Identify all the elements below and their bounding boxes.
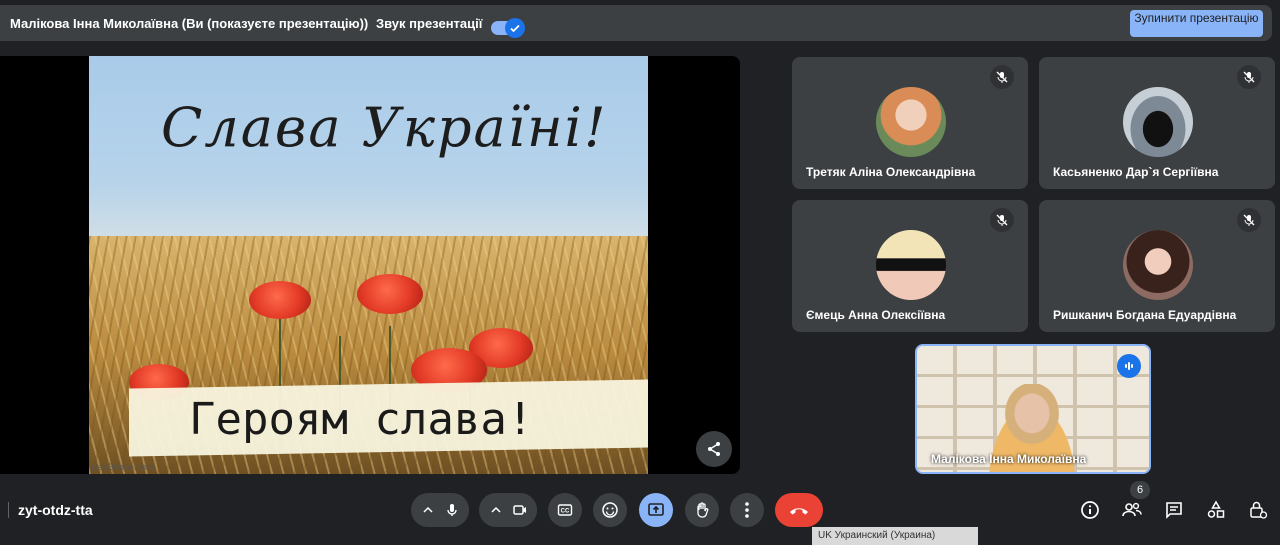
presentation-sound-label: Звук презентації	[376, 16, 483, 31]
avatar	[1123, 87, 1193, 157]
check-icon	[505, 18, 525, 38]
hangup-icon[interactable]	[775, 493, 823, 527]
participant-name: Ришканич Богдана Едуардівна	[1053, 308, 1237, 322]
participant-tile[interactable]: Третяк Аліна Олександрівна	[792, 57, 1028, 189]
speaking-indicator-icon	[1117, 354, 1141, 378]
self-view-tile[interactable]: Малікова Інна Миколаївна	[915, 344, 1151, 474]
presentation-stage: Слава Україні! Героям слава! planBeboo.c…	[0, 56, 740, 474]
presenting-bar: Малікова Інна Миколаївна (Ви (показуєте …	[0, 5, 1272, 41]
camera-icon[interactable]	[503, 493, 537, 527]
mic-off-icon	[1237, 65, 1261, 89]
more-icon[interactable]	[730, 493, 764, 527]
participant-name: Ємець Анна Олексіївна	[806, 308, 946, 322]
meeting-code: zyt-otdz-tta	[18, 502, 93, 518]
divider	[8, 502, 9, 518]
mic-icon[interactable]	[435, 493, 469, 527]
host-controls-icon[interactable]	[1246, 498, 1270, 522]
present-icon[interactable]	[639, 493, 673, 527]
captions-icon[interactable]: CC	[548, 493, 582, 527]
mic-off-icon	[990, 65, 1014, 89]
avatar	[876, 230, 946, 300]
presenter-status: Малікова Інна Миколаївна (Ви (показуєте …	[10, 16, 369, 31]
chat-icon[interactable]	[1162, 498, 1186, 522]
avatar	[1123, 230, 1193, 300]
presentation-slide: Слава Україні! Героям слава! planBeboo.c…	[89, 56, 648, 474]
participant-name: Касьяненко Дар`я Сергіївна	[1053, 165, 1219, 179]
participants-count-badge: 6	[1130, 481, 1150, 499]
hand-icon[interactable]	[685, 493, 719, 527]
slide-title: Слава Україні!	[161, 96, 608, 159]
presentation-sound-toggle[interactable]	[491, 18, 525, 38]
participant-tile[interactable]: Касьяненко Дар`я Сергіївна	[1039, 57, 1275, 189]
participant-name: Третяк Аліна Олександрівна	[806, 165, 976, 179]
info-icon[interactable]	[1078, 498, 1102, 522]
participant-tile[interactable]: Ришканич Богдана Едуардівна	[1039, 200, 1275, 332]
slide-watermark: planBeboo.com	[91, 462, 154, 472]
language-indicator: UK Украинский (Украина)	[812, 527, 978, 545]
mic-off-icon	[1237, 208, 1261, 232]
share-icon[interactable]	[696, 431, 732, 467]
slide-subtitle: Героям слава!	[189, 394, 534, 445]
activities-icon[interactable]	[1204, 498, 1228, 522]
mic-off-icon	[990, 208, 1014, 232]
self-name: Малікова Інна Миколаївна	[931, 452, 1087, 466]
participant-tile[interactable]: Ємець Анна Олексіївна	[792, 200, 1028, 332]
people-icon[interactable]	[1120, 498, 1144, 522]
stop-presenting-button[interactable]: Зупинити презентацію	[1130, 10, 1263, 37]
poppy-flower	[357, 274, 423, 314]
emoji-icon[interactable]	[593, 493, 627, 527]
avatar	[876, 87, 946, 157]
svg-text:CC: CC	[561, 509, 570, 515]
poppy-flower	[249, 281, 311, 319]
